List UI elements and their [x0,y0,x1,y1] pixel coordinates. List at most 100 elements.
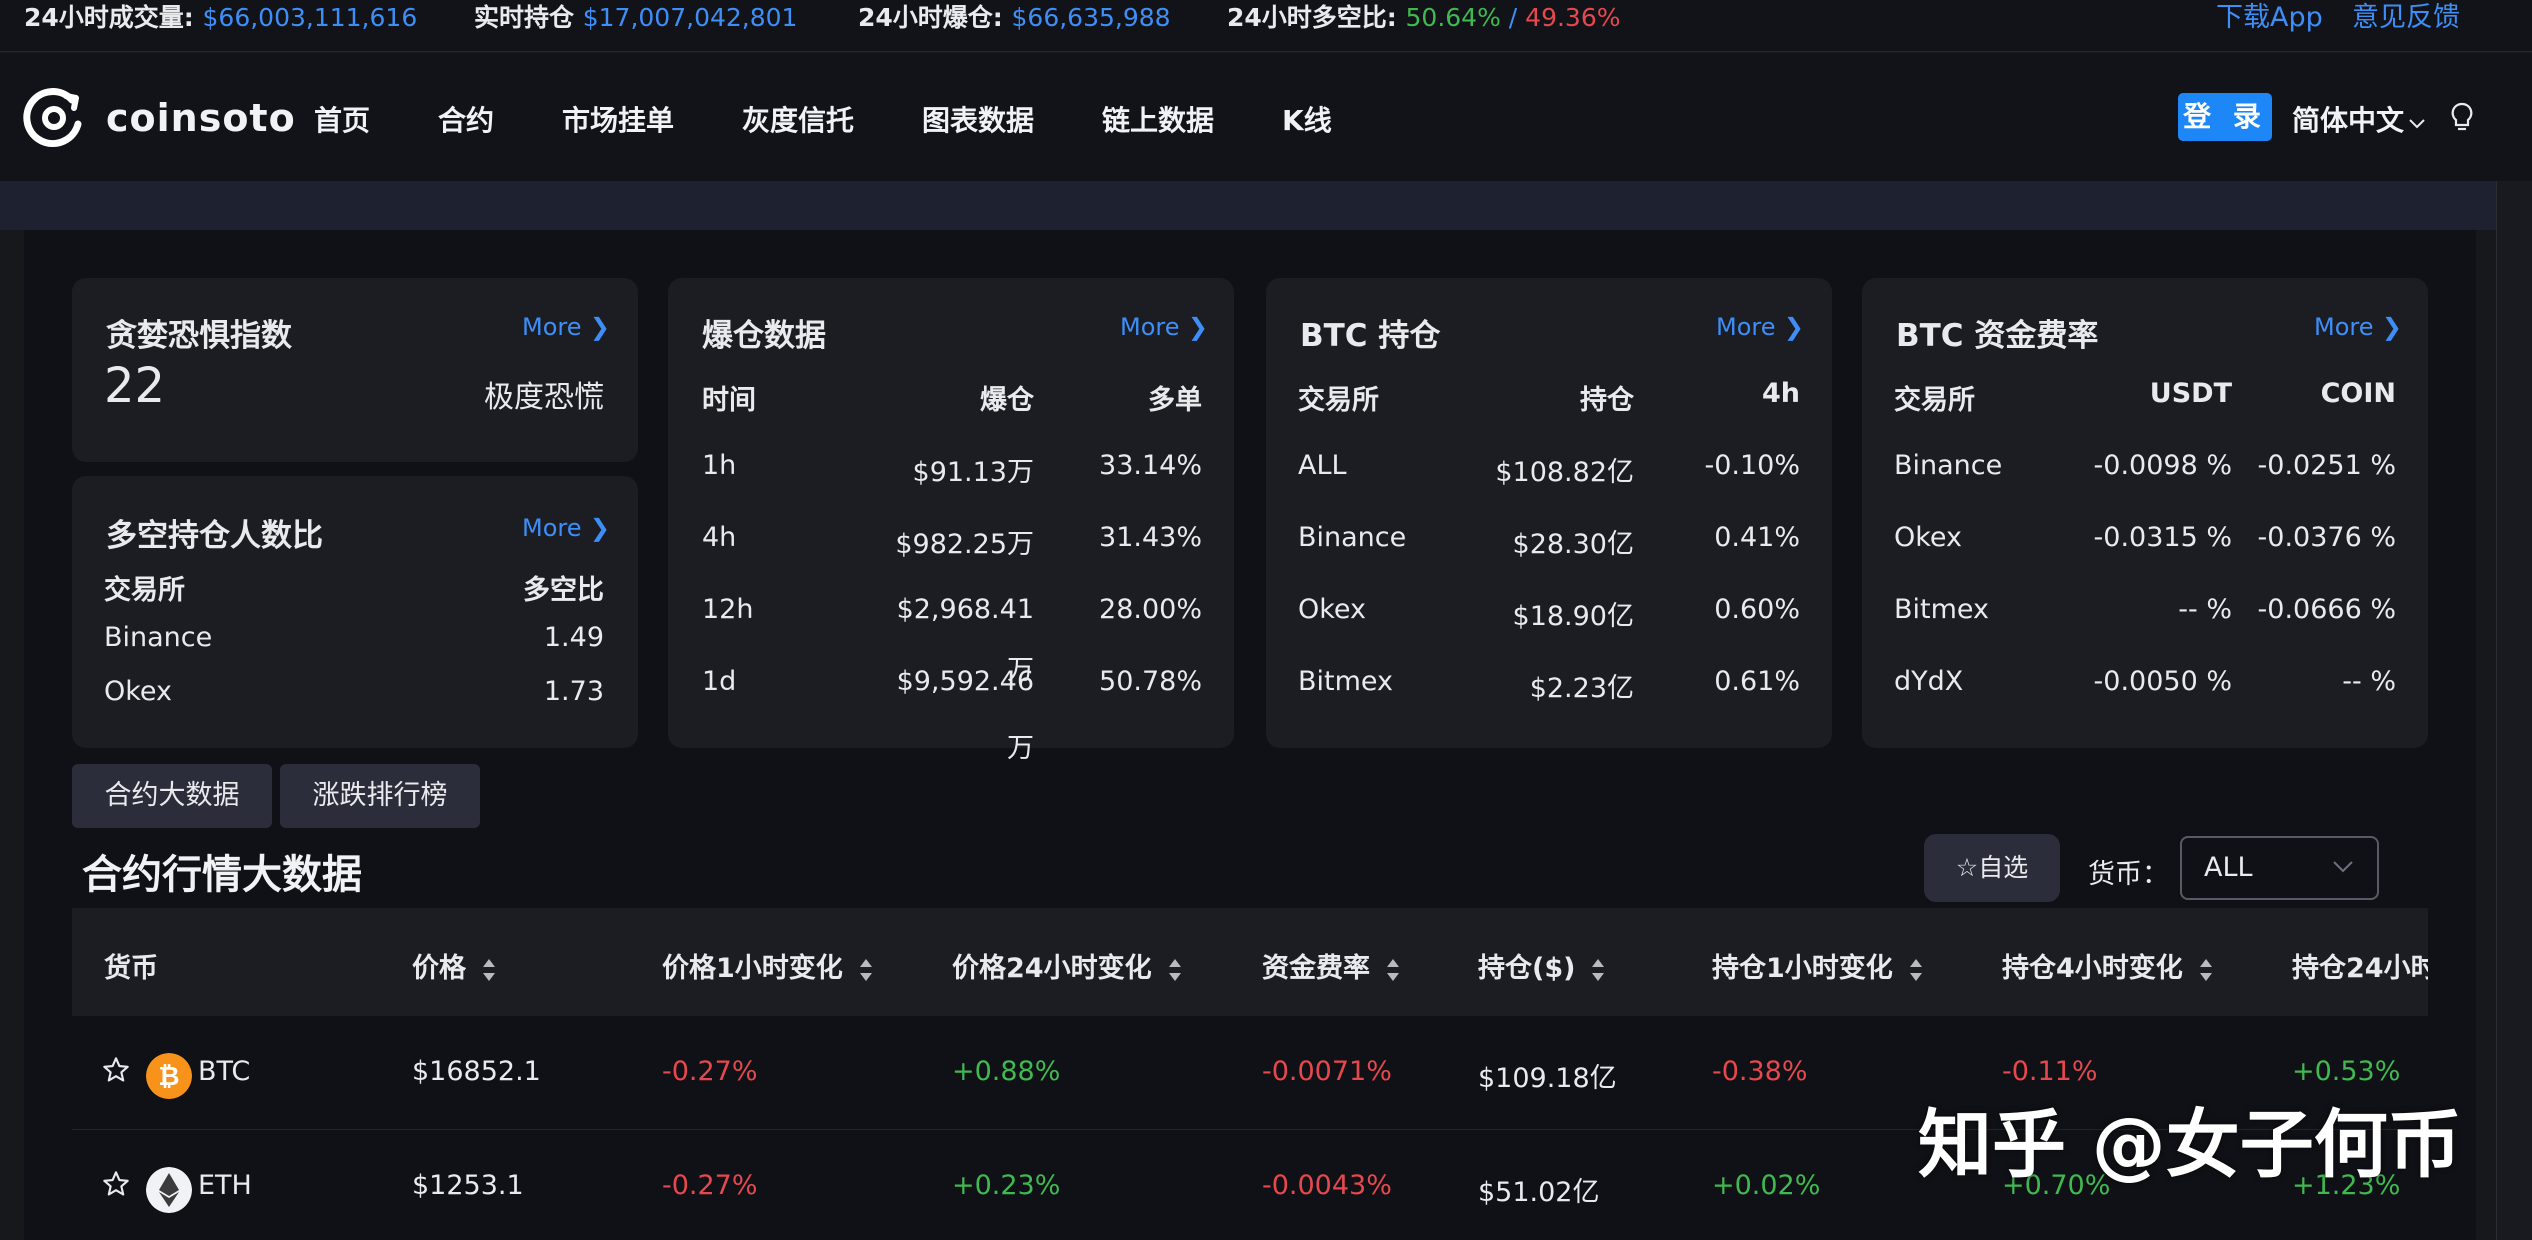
sort-icon[interactable] [1168,957,1182,983]
ticker-ratio: 24小时多空比: 50.64% / 49.36% [1227,0,1621,36]
chevron-right-icon: ❯ [1187,313,1208,341]
btc-funding-card: BTC 资金费率 More ❯ 交易所 USDT COIN Binance -0… [1862,278,2428,748]
liquidation-more-link[interactable]: More ❯ [1120,313,1208,341]
long-short-people-card: 多空持仓人数比 More ❯ 交易所 多空比 Binance 1.49 Okex… [72,476,638,748]
oi-row-value: $2.23亿 [1529,673,1634,704]
eth-coin-icon [146,1167,192,1213]
cell-price: $1253.1 [412,1170,524,1201]
btc-oi-more-link[interactable]: More ❯ [1716,313,1804,341]
th-oi-24h[interactable]: 持仓24小时变化 [2292,946,2428,985]
th-funding[interactable]: 资金费率 [1262,946,1400,985]
star-icon[interactable] [102,1170,130,1198]
fear-greed-level: 极度恐慌 [484,380,604,415]
liq-row-amount: $2,968.41 [896,594,1034,625]
cell-oi-1h: -0.38% [1712,1056,1808,1087]
oi-row-value: $108.82亿 [1495,457,1634,488]
liq-row-long: 33.14% [1099,450,1202,481]
svg-text:₿: ₿ [158,1062,179,1092]
cell-oi: $51.02亿 [1478,1177,1600,1208]
header-band [0,181,2532,230]
btc-funding-more-link[interactable]: More ❯ [2314,313,2402,341]
currency-select[interactable]: ALL [2180,836,2379,900]
fr-col-usdt: USDT [2149,378,2232,409]
favorites-button[interactable]: ☆自选 [1924,834,2060,902]
liq-col-long: 多单 [1148,385,1202,416]
th-price-24h[interactable]: 价格24小时变化 [952,946,1182,985]
scrollbar-track[interactable] [2496,181,2532,1240]
fr-row-coin: -- % [2342,666,2396,697]
oi-row-change: -0.10% [1704,450,1800,481]
tab-contract-bigdata[interactable]: 合约大数据 [72,764,272,828]
main-nav: coinsoto 首页 合约 市场挂单 灰度信托 图表数据 链上数据 K线 登 … [0,53,2532,181]
th-oi[interactable]: 持仓($) [1478,946,1605,985]
cell-funding: -0.0071% [1262,1056,1392,1087]
th-oi-1h[interactable]: 持仓1小时变化 [1712,946,1923,985]
sort-icon[interactable] [1386,957,1400,983]
fear-greed-more-link[interactable]: More ❯ [522,313,610,341]
nav-item-kline[interactable]: K线 [1282,99,1332,139]
logo-text[interactable]: coinsoto [106,96,296,140]
oi-row-value: $18.90亿 [1512,601,1634,632]
btc-coin-icon: ₿ [146,1053,192,1099]
ls-col-ratio: 多空比 [523,575,604,606]
nav-item-market-orders[interactable]: 市场挂单 [562,99,674,139]
fr-row-exchange: Bitmex [1894,594,1990,625]
sort-icon[interactable] [1591,957,1605,983]
cell-price-1h: -0.27% [662,1056,758,1087]
liq-col-time: 时间 [702,385,756,416]
fr-row-usdt: -0.0050 % [2093,666,2232,697]
long-short-more-link[interactable]: More ❯ [522,514,610,542]
th-label: 持仓4小时变化 [2002,953,2183,984]
feedback-link[interactable]: 意见反馈 [2352,0,2460,36]
oi-col-exchange: 交易所 [1298,385,1379,416]
th-label: 持仓1小时变化 [1712,953,1893,984]
nav-item-grayscale[interactable]: 灰度信托 [742,99,854,139]
language-selector[interactable]: 简体中文 [2292,99,2426,139]
oi-row-value: $28.30亿 [1512,529,1634,560]
chevron-down-icon [2333,861,2353,873]
oi-row-change: 0.60% [1714,594,1800,625]
btc-oi-card: BTC 持仓 More ❯ 交易所 持仓 4h ALL $108.82亿 -0.… [1266,278,1832,748]
watermark: 知乎 @女子何币 [1918,1102,2462,1188]
sort-icon[interactable] [859,957,873,983]
login-button[interactable]: 登 录 [2178,93,2272,141]
tab-gainers-losers[interactable]: 涨跌排行榜 [280,764,480,828]
liq-row-time: 1h [702,450,737,481]
th-oi-4h[interactable]: 持仓4小时变化 [2002,946,2213,985]
btc-funding-title: BTC 资金费率 [1896,318,2099,354]
download-app-link[interactable]: 下载App [2216,0,2323,36]
liq-row-amount-wrap: 万 [1007,733,1034,764]
liq-row-amount: $91.13万 [912,457,1034,488]
coinsoto-logo-icon[interactable] [22,86,86,150]
ticker-ratio-label: 24小时多空比: [1227,3,1397,32]
ls-row-ratio: 1.73 [543,676,604,707]
fr-row-coin: -0.0666 % [2257,594,2396,625]
liq-row-long: 28.00% [1099,594,1202,625]
nav-item-onchain[interactable]: 链上数据 [1102,99,1214,139]
nav-item-charts[interactable]: 图表数据 [922,99,1034,139]
liq-row-amount: $982.25万 [895,529,1034,560]
theme-bulb-icon[interactable] [2448,101,2476,133]
liq-row-amount: $9,592.46 [896,666,1034,697]
oi-row-exchange: Bitmex [1298,666,1394,697]
sort-icon[interactable] [1909,957,1923,983]
th-label: 价格1小时变化 [662,953,843,984]
chevron-right-icon: ❯ [589,313,610,341]
liquidation-card: 爆仓数据 More ❯ 时间 爆仓 多单 1h $91.13万 33.14% 4… [668,278,1234,764]
sort-icon[interactable] [482,957,496,983]
th-price-1h[interactable]: 价格1小时变化 [662,946,873,985]
ticker-volume: 24小时成交量: $66,003,111,616 [24,0,417,36]
th-label: 持仓24小时变化 [2292,953,2428,984]
sort-icon[interactable] [2199,957,2213,983]
nav-item-contracts[interactable]: 合约 [438,99,494,139]
cell-price: $16852.1 [412,1056,541,1087]
oi-row-exchange: Binance [1298,522,1407,553]
ls-row-ratio: 1.49 [543,622,604,653]
cell-price-24h: +0.88% [952,1056,1061,1087]
th-price[interactable]: 价格 [412,946,496,985]
ls-col-exchange: 交易所 [104,575,185,606]
chevron-right-icon: ❯ [1783,313,1804,341]
nav-item-home[interactable]: 首页 [314,99,370,139]
star-icon[interactable] [102,1056,130,1084]
oi-row-change: 0.61% [1714,666,1800,697]
